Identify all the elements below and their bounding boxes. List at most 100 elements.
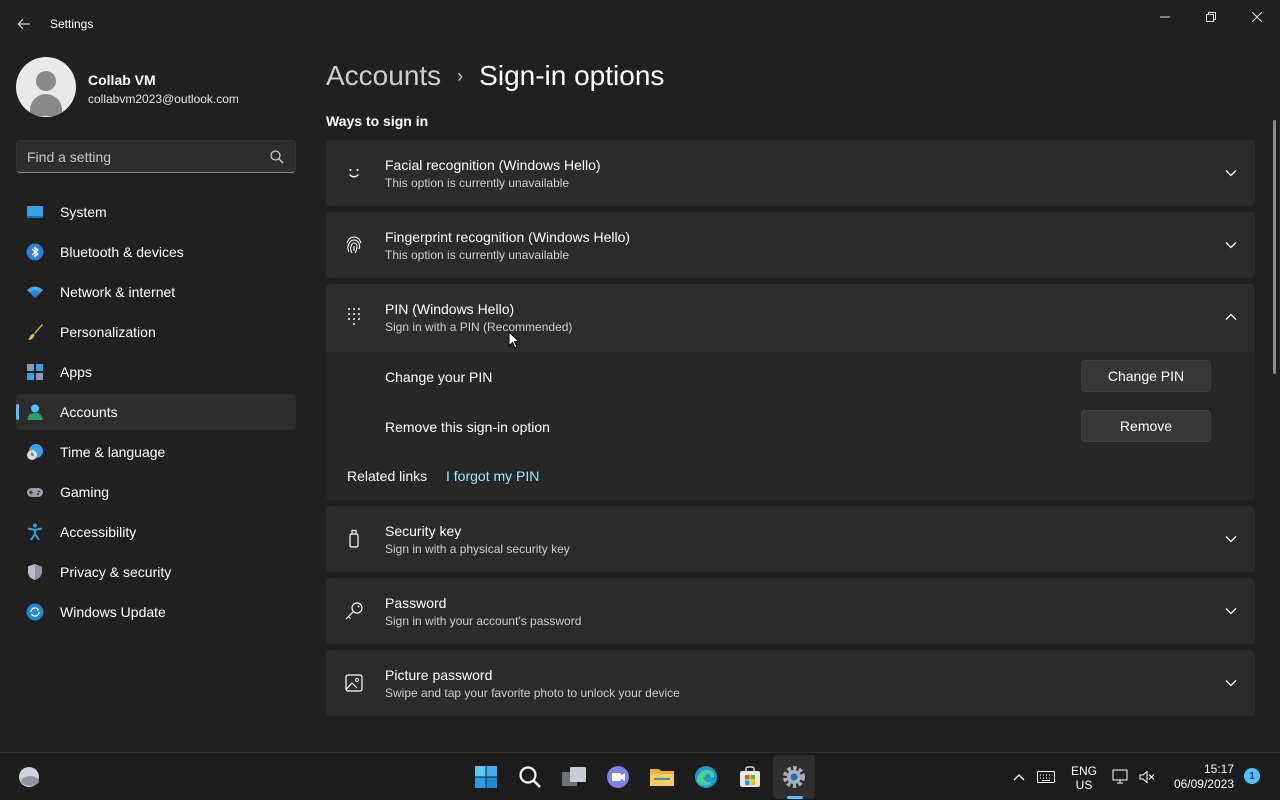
face-icon xyxy=(349,169,359,178)
sidebar-item-time-language[interactable]: Time & language xyxy=(16,434,296,470)
restore-icon xyxy=(1206,12,1216,22)
taskbar-search-button[interactable] xyxy=(517,764,543,790)
option-security-key[interactable]: Security key Sign in with a physical sec… xyxy=(326,506,1255,572)
scrollbar[interactable] xyxy=(1273,120,1276,374)
option-subtitle: This option is currently unavailable xyxy=(385,176,570,190)
region-code: US xyxy=(1075,778,1093,792)
sidebar-item-personalization[interactable]: Personalization xyxy=(16,314,296,350)
show-hidden-icons-button[interactable] xyxy=(1006,764,1032,790)
restore-button[interactable] xyxy=(1188,6,1234,28)
change-pin-button[interactable]: Change PIN xyxy=(1081,360,1211,392)
sidebar-item-label: Time & language xyxy=(60,444,166,460)
time-language-icon xyxy=(27,444,43,460)
option-facial-recognition[interactable]: Facial recognition (Windows Hello) This … xyxy=(326,140,1255,206)
option-picture-password[interactable]: Picture password Swipe and tap your favo… xyxy=(326,650,1255,716)
settings-icon xyxy=(783,766,805,788)
minimize-button[interactable] xyxy=(1142,6,1188,28)
sidebar-item-label: Gaming xyxy=(60,484,110,500)
settings-taskbar-button[interactable] xyxy=(781,764,807,790)
edge-icon xyxy=(695,766,717,788)
bluetooth-icon xyxy=(26,243,44,261)
search-icon xyxy=(519,766,541,788)
sidebar-item-accessibility[interactable]: Accessibility xyxy=(16,514,296,550)
option-subtitle: This option is currently unavailable xyxy=(385,248,570,262)
input-language-indicator[interactable]: ENG US xyxy=(1066,764,1102,792)
touch-keyboard-button[interactable] xyxy=(1033,764,1059,790)
accessibility-icon xyxy=(27,523,43,541)
volume-tray-button[interactable] xyxy=(1134,764,1160,790)
sidebar-item-label: Apps xyxy=(60,364,92,380)
sidebar-item-label: Accessibility xyxy=(60,524,137,540)
option-subtitle: Sign in with a PIN (Recommended) xyxy=(385,320,573,334)
chevron-down-icon xyxy=(1225,608,1237,615)
shield-icon xyxy=(28,564,42,580)
network-tray-button[interactable] xyxy=(1108,764,1134,790)
back-arrow-icon xyxy=(17,18,30,30)
sidebar-item-gaming[interactable]: Gaming xyxy=(16,474,296,510)
system-icon xyxy=(27,206,43,218)
option-title: Facial recognition (Windows Hello) xyxy=(385,157,601,173)
chevron-down-icon xyxy=(1225,680,1237,687)
clock-time: 15:17 xyxy=(1203,762,1234,776)
sidebar-item-windows-update[interactable]: Windows Update xyxy=(16,594,296,630)
sidebar-item-bluetooth[interactable]: Bluetooth & devices xyxy=(16,234,296,270)
apps-icon xyxy=(27,364,43,380)
chevron-down-icon xyxy=(1225,242,1237,249)
chevron-up-icon xyxy=(1225,313,1237,320)
sidebar-item-label: Accounts xyxy=(60,404,118,420)
sidebar-item-label: System xyxy=(60,204,107,220)
notification-badge[interactable]: 1 xyxy=(1244,768,1260,784)
store-icon xyxy=(740,766,760,787)
security-key-icon xyxy=(349,529,359,548)
sidebar-item-system[interactable]: System xyxy=(16,194,296,230)
wifi-icon xyxy=(27,286,43,298)
forgot-pin-link[interactable]: I forgot my PIN xyxy=(446,468,539,484)
taskbar: ENG US 15:17 06/09/2023 1 xyxy=(0,752,1280,800)
mouse-cursor-icon xyxy=(508,331,520,349)
sidebar-item-accounts[interactable]: Accounts xyxy=(16,394,296,430)
page-title: Sign-in options xyxy=(479,60,665,91)
related-links-label: Related links xyxy=(347,468,428,484)
breadcrumb: Accounts › Sign-in options xyxy=(326,58,664,94)
start-button[interactable] xyxy=(473,764,499,790)
weather-widget[interactable] xyxy=(16,764,42,790)
sidebar-item-label: Bluetooth & devices xyxy=(60,244,184,260)
gamepad-icon xyxy=(27,488,43,497)
sidebar-item-apps[interactable]: Apps xyxy=(16,354,296,390)
file-explorer-button[interactable] xyxy=(649,764,675,790)
sidebar-item-privacy-security[interactable]: Privacy & security xyxy=(16,554,296,590)
store-button[interactable] xyxy=(737,764,763,790)
option-pin[interactable]: PIN (Windows Hello) Sign in with a PIN (… xyxy=(326,284,1255,352)
teams-chat-button[interactable] xyxy=(605,764,631,790)
start-icon xyxy=(475,766,497,788)
remove-pin-button[interactable]: Remove xyxy=(1081,410,1211,442)
avatar xyxy=(16,57,76,117)
back-button[interactable] xyxy=(12,12,36,36)
close-icon xyxy=(1252,12,1262,22)
option-password[interactable]: Password Sign in with your account's pas… xyxy=(326,578,1255,644)
sidebar-item-label: Windows Update xyxy=(60,604,166,620)
search-input[interactable] xyxy=(17,141,257,172)
minimize-icon xyxy=(1160,16,1170,18)
remove-pin-label: Remove this sign-in option xyxy=(385,419,550,435)
clock[interactable]: 15:17 06/09/2023 xyxy=(1164,762,1234,792)
option-subtitle: Sign in with a physical security key xyxy=(385,542,570,556)
language-code: ENG xyxy=(1070,764,1097,778)
option-title: Picture password xyxy=(385,667,493,683)
task-view-button[interactable] xyxy=(561,764,587,790)
breadcrumb-parent[interactable]: Accounts xyxy=(326,60,441,92)
sidebar-item-label: Personalization xyxy=(60,324,156,340)
user-profile[interactable]: Collab VM collabvm2023@outlook.com xyxy=(16,57,296,117)
task-view-icon xyxy=(562,767,586,786)
sidebar-item-network[interactable]: Network & internet xyxy=(16,274,296,310)
pin-keypad-icon xyxy=(348,308,360,325)
search-icon[interactable] xyxy=(269,149,285,165)
teams-chat-icon xyxy=(607,766,629,788)
edge-button[interactable] xyxy=(693,764,719,790)
option-fingerprint-recognition[interactable]: Fingerprint recognition (Windows Hello) … xyxy=(326,212,1255,278)
close-button[interactable] xyxy=(1234,6,1280,28)
keyboard-icon xyxy=(1037,771,1055,783)
chevron-up-icon xyxy=(1013,774,1025,781)
settings-search xyxy=(16,140,296,173)
title-bar: Settings xyxy=(0,0,1280,48)
